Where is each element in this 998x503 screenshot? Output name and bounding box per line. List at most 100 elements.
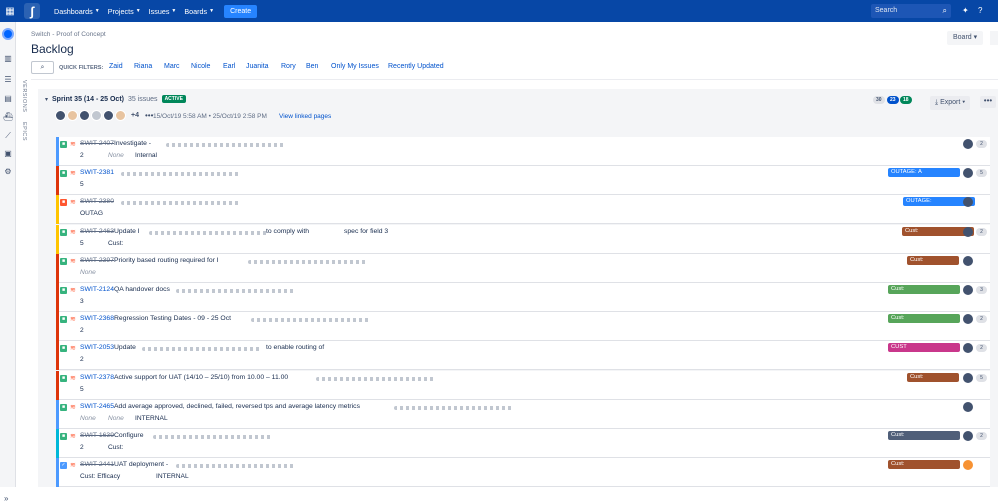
issue-key-link[interactable]: SWIT-2368 xyxy=(80,315,114,322)
nav-issues[interactable]: Issues ▼ xyxy=(149,7,177,16)
issue-row[interactable]: ■ ≋ SWIT-2465 Add average approved, decline… xyxy=(56,399,990,429)
epic-label[interactable]: Cust: xyxy=(907,372,959,382)
epic-label[interactable]: CUST xyxy=(888,343,960,353)
nav-dashboards[interactable]: Dashboards ▼ xyxy=(54,7,100,16)
breadcrumb[interactable]: Switch - Proof of Concept xyxy=(31,31,106,38)
issue-row[interactable]: ■ ≋ SWIT-2368 Regression Testing Dates - 09… xyxy=(56,312,990,342)
issue-key-link[interactable]: SWIT-2381 xyxy=(80,169,114,176)
assignee-avatar[interactable] xyxy=(963,139,973,149)
issue-row[interactable]: ✓ ≋ SWIT-2441 UAT deployment - Cust: Efficac… xyxy=(56,458,990,488)
sprint-more-button[interactable]: ••• xyxy=(980,96,996,108)
view-linked-pages-link[interactable]: View linked pages xyxy=(279,113,331,120)
board-button[interactable]: Board ▾ xyxy=(947,31,984,45)
issue-row[interactable]: ■ ≋ SWIT-2124 QA handover docs 3 Cust: 3 xyxy=(56,283,990,312)
quick-filter-rory[interactable]: Rory xyxy=(281,63,296,70)
sprint-header[interactable]: ▾ Sprint 35 (14 - 25 Oct) 35 issues ACTI… xyxy=(45,95,186,103)
avatar[interactable] xyxy=(79,110,90,121)
more-assignees-count[interactable]: +4 xyxy=(131,112,139,119)
issue-field-value: Cust: Efficacy xyxy=(80,473,121,481)
nav-boards[interactable]: Boards ▼ xyxy=(184,7,214,16)
assignee-avatar[interactable] xyxy=(963,255,973,266)
jira-logo-icon[interactable]: ʃ xyxy=(24,3,40,19)
issue-row[interactable]: ■ ≋ SWIT-1639 Configure 2 Cust: Cust: 2 xyxy=(56,429,990,458)
avatar[interactable] xyxy=(91,110,102,121)
assignee-avatar[interactable] xyxy=(963,168,973,179)
app-switcher-icon[interactable]: ▦ xyxy=(2,0,18,22)
epic-label[interactable]: Cust: xyxy=(907,255,959,265)
assignee-avatar[interactable] xyxy=(963,460,973,471)
issue-row[interactable]: ■ ≋ SWIT-2380 OUTAG OUTAGE: xyxy=(56,195,990,225)
active-sprints-icon[interactable]: ▤ xyxy=(3,94,13,104)
help-icon[interactable]: ? xyxy=(978,6,982,15)
issue-summary: Priority based routing required for I xyxy=(114,256,219,264)
quick-filter-earl[interactable]: Earl xyxy=(223,63,235,70)
board-icon[interactable]: ▥ xyxy=(3,54,13,64)
avatar[interactable] xyxy=(55,110,66,121)
issue-row[interactable]: ■ ≋ SWIT-2463 Update I to comply with spec fo… xyxy=(56,224,990,254)
issue-key-link[interactable]: SWIT-2378 xyxy=(80,374,114,381)
issue-key-link[interactable]: SWIT-1639 xyxy=(80,432,114,439)
page-more-button[interactable] xyxy=(990,31,998,45)
assignee-avatar[interactable] xyxy=(963,285,973,295)
issue-field-value: INTERNAL xyxy=(156,473,189,481)
epic-label[interactable]: Cust: xyxy=(888,460,960,470)
epic-color-stripe xyxy=(56,166,59,196)
avatar[interactable] xyxy=(103,110,114,121)
backlog-icon[interactable]: ☰ xyxy=(3,75,13,85)
expand-sidebar-icon[interactable]: » xyxy=(4,494,8,503)
issues-icon[interactable]: ▣ xyxy=(3,149,13,159)
quick-filter-nicole[interactable]: Nicole xyxy=(191,63,210,70)
issue-key-link[interactable]: SWIT-2397 xyxy=(80,257,114,264)
search-input[interactable]: Search ⌕ xyxy=(871,4,951,18)
assignee-avatar[interactable] xyxy=(963,343,973,354)
backlog-search-input[interactable]: ⌕ xyxy=(31,61,54,74)
issue-key-link[interactable]: SWIT-2441 xyxy=(80,461,114,468)
nav-projects[interactable]: Projects ▼ xyxy=(108,7,141,16)
epic-label[interactable]: Cust: xyxy=(888,285,960,294)
issue-row[interactable]: ■ ≋ SWIT-2381 5 OUTAGE: A 5 xyxy=(56,166,990,196)
story-points-badge: 2 xyxy=(976,344,987,353)
epic-label[interactable]: Cust: xyxy=(888,314,960,324)
quick-filter-riana[interactable]: Riana xyxy=(134,63,152,70)
assignee-avatar[interactable] xyxy=(963,431,973,441)
issue-summary: Update xyxy=(114,344,136,352)
issue-key-link[interactable]: SWIT-2465 xyxy=(80,403,114,410)
settings-gear-icon[interactable]: ⚙ xyxy=(3,167,13,177)
quick-filter-juanita[interactable]: Juanita xyxy=(246,63,269,70)
avatar[interactable] xyxy=(115,110,126,121)
assignee-avatar[interactable] xyxy=(963,401,973,412)
epic-label[interactable]: OUTAGE: A xyxy=(888,168,960,178)
issue-key-link[interactable]: SWIT-2380 xyxy=(80,198,114,205)
export-button[interactable]: ⤓ Export ▾ xyxy=(930,96,971,110)
avatar[interactable] xyxy=(67,110,78,121)
epics-tab[interactable]: EPICS xyxy=(21,122,27,141)
notifications-icon[interactable]: ✦ xyxy=(962,6,969,15)
create-button[interactable]: Create xyxy=(224,4,258,18)
issue-row[interactable]: ■ ≋ SWIT-2397 Priority based routing requir… xyxy=(56,253,990,283)
issue-row[interactable]: ■ ≋ SWIT-2378 Active support for UAT (14/10… xyxy=(56,370,990,400)
reports-icon[interactable]: ⟋ xyxy=(3,131,13,141)
issue-key-link[interactable]: SWIT-2463 xyxy=(80,228,114,235)
story-points-badge: 2 xyxy=(976,315,987,324)
epic-label[interactable]: Cust: xyxy=(888,431,960,440)
issue-row[interactable]: ■ ≋ SWIT-2407 Investigate - 2 None Internal 2 xyxy=(56,137,990,166)
assignee-avatar[interactable] xyxy=(963,314,973,325)
issue-row[interactable]: ■ ≋ SWIT-2053 Update to enable routing of 2 CU… xyxy=(56,341,990,371)
assignee-avatar[interactable] xyxy=(963,372,973,383)
project-avatar-icon[interactable] xyxy=(2,28,14,40)
quick-filter-only-my-issues[interactable]: Only My Issues xyxy=(331,63,379,70)
issue-key-link[interactable]: SWIT-2124 xyxy=(80,286,114,293)
versions-tab[interactable]: VERSIONS xyxy=(21,80,27,112)
quick-filter-zaid[interactable]: Zaid xyxy=(109,63,123,70)
assignee-avatar[interactable] xyxy=(963,226,973,237)
issue-key-link[interactable]: SWIT-2407 xyxy=(80,140,114,147)
priority-highest-icon: ≋ xyxy=(70,287,76,294)
issue-key-link[interactable]: SWIT-2053 xyxy=(80,344,114,351)
quick-filter-ben[interactable]: Ben xyxy=(306,63,318,70)
collapse-chevron-icon[interactable]: ▾ xyxy=(45,96,48,103)
quick-filter-recently-updated[interactable]: Recently Updated xyxy=(388,63,444,70)
quick-filter-marc[interactable]: Marc xyxy=(164,63,180,70)
story-type-icon: ■ xyxy=(60,141,67,148)
issue-field-value: 5 xyxy=(80,181,84,189)
releases-icon[interactable]: ⛴ xyxy=(3,112,13,122)
